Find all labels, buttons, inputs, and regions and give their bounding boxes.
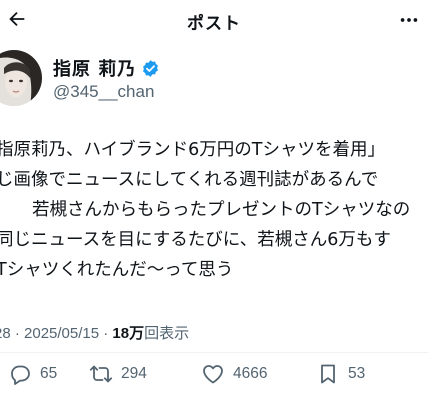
display-name-row: 指原 莉乃 bbox=[53, 55, 160, 81]
reply-icon bbox=[11, 365, 30, 385]
bookmark-count: 53 bbox=[348, 365, 366, 382]
header: ポスト bbox=[0, 0, 428, 42]
more-icon[interactable] bbox=[398, 9, 420, 31]
user-handle[interactable]: @345__chan bbox=[53, 82, 154, 102]
repost-icon bbox=[89, 365, 113, 383]
post-meta: 28 · 2025/05/15 · 18万回表示 bbox=[0, 322, 189, 343]
bookmark-button[interactable]: 53 bbox=[316, 362, 365, 386]
author-block: 指原 莉乃 @345__chan bbox=[0, 50, 428, 112]
avatar[interactable] bbox=[0, 50, 42, 106]
post-text-line: じ画像でニュースにしてくれる週刊誌があるんで bbox=[0, 170, 379, 190]
reply-count: 65 bbox=[40, 365, 58, 382]
post-text-line: 同じニュースを目にするたびに、若槻さん6万もす bbox=[0, 230, 391, 250]
heart-icon bbox=[203, 365, 223, 384]
like-button[interactable]: 4666 bbox=[201, 362, 267, 386]
post-text-line: 若槻さんからもらったプレゼントのTシャツなの bbox=[32, 200, 411, 220]
page-title: ポスト bbox=[187, 14, 241, 34]
post-text: 指原莉乃、ハイブランド6万円のTシャツを着用」 じ画像でニュースにしてくれる週刊… bbox=[0, 135, 428, 285]
divider bbox=[0, 352, 428, 353]
views-label: 回表示 bbox=[144, 325, 190, 342]
post-text-line: Tシャツくれたんだ〜って思う bbox=[0, 260, 234, 280]
repost-count: 294 bbox=[121, 365, 147, 382]
post-text-line: 指原莉乃、ハイブランド6万円のTシャツを着用」 bbox=[0, 140, 385, 160]
repost-button[interactable]: 294 bbox=[89, 362, 147, 386]
action-bar: 65 294 4666 53 bbox=[0, 360, 428, 390]
views-count: 18万 bbox=[112, 325, 145, 342]
bookmark-icon bbox=[321, 364, 335, 384]
reply-button[interactable]: 65 bbox=[8, 362, 57, 386]
verified-badge-icon bbox=[143, 59, 159, 77]
display-name[interactable]: 指原 莉乃 bbox=[53, 55, 136, 81]
post-timestamp[interactable]: 28 · 2025/05/15 · bbox=[0, 325, 112, 342]
like-count: 4666 bbox=[233, 365, 268, 382]
